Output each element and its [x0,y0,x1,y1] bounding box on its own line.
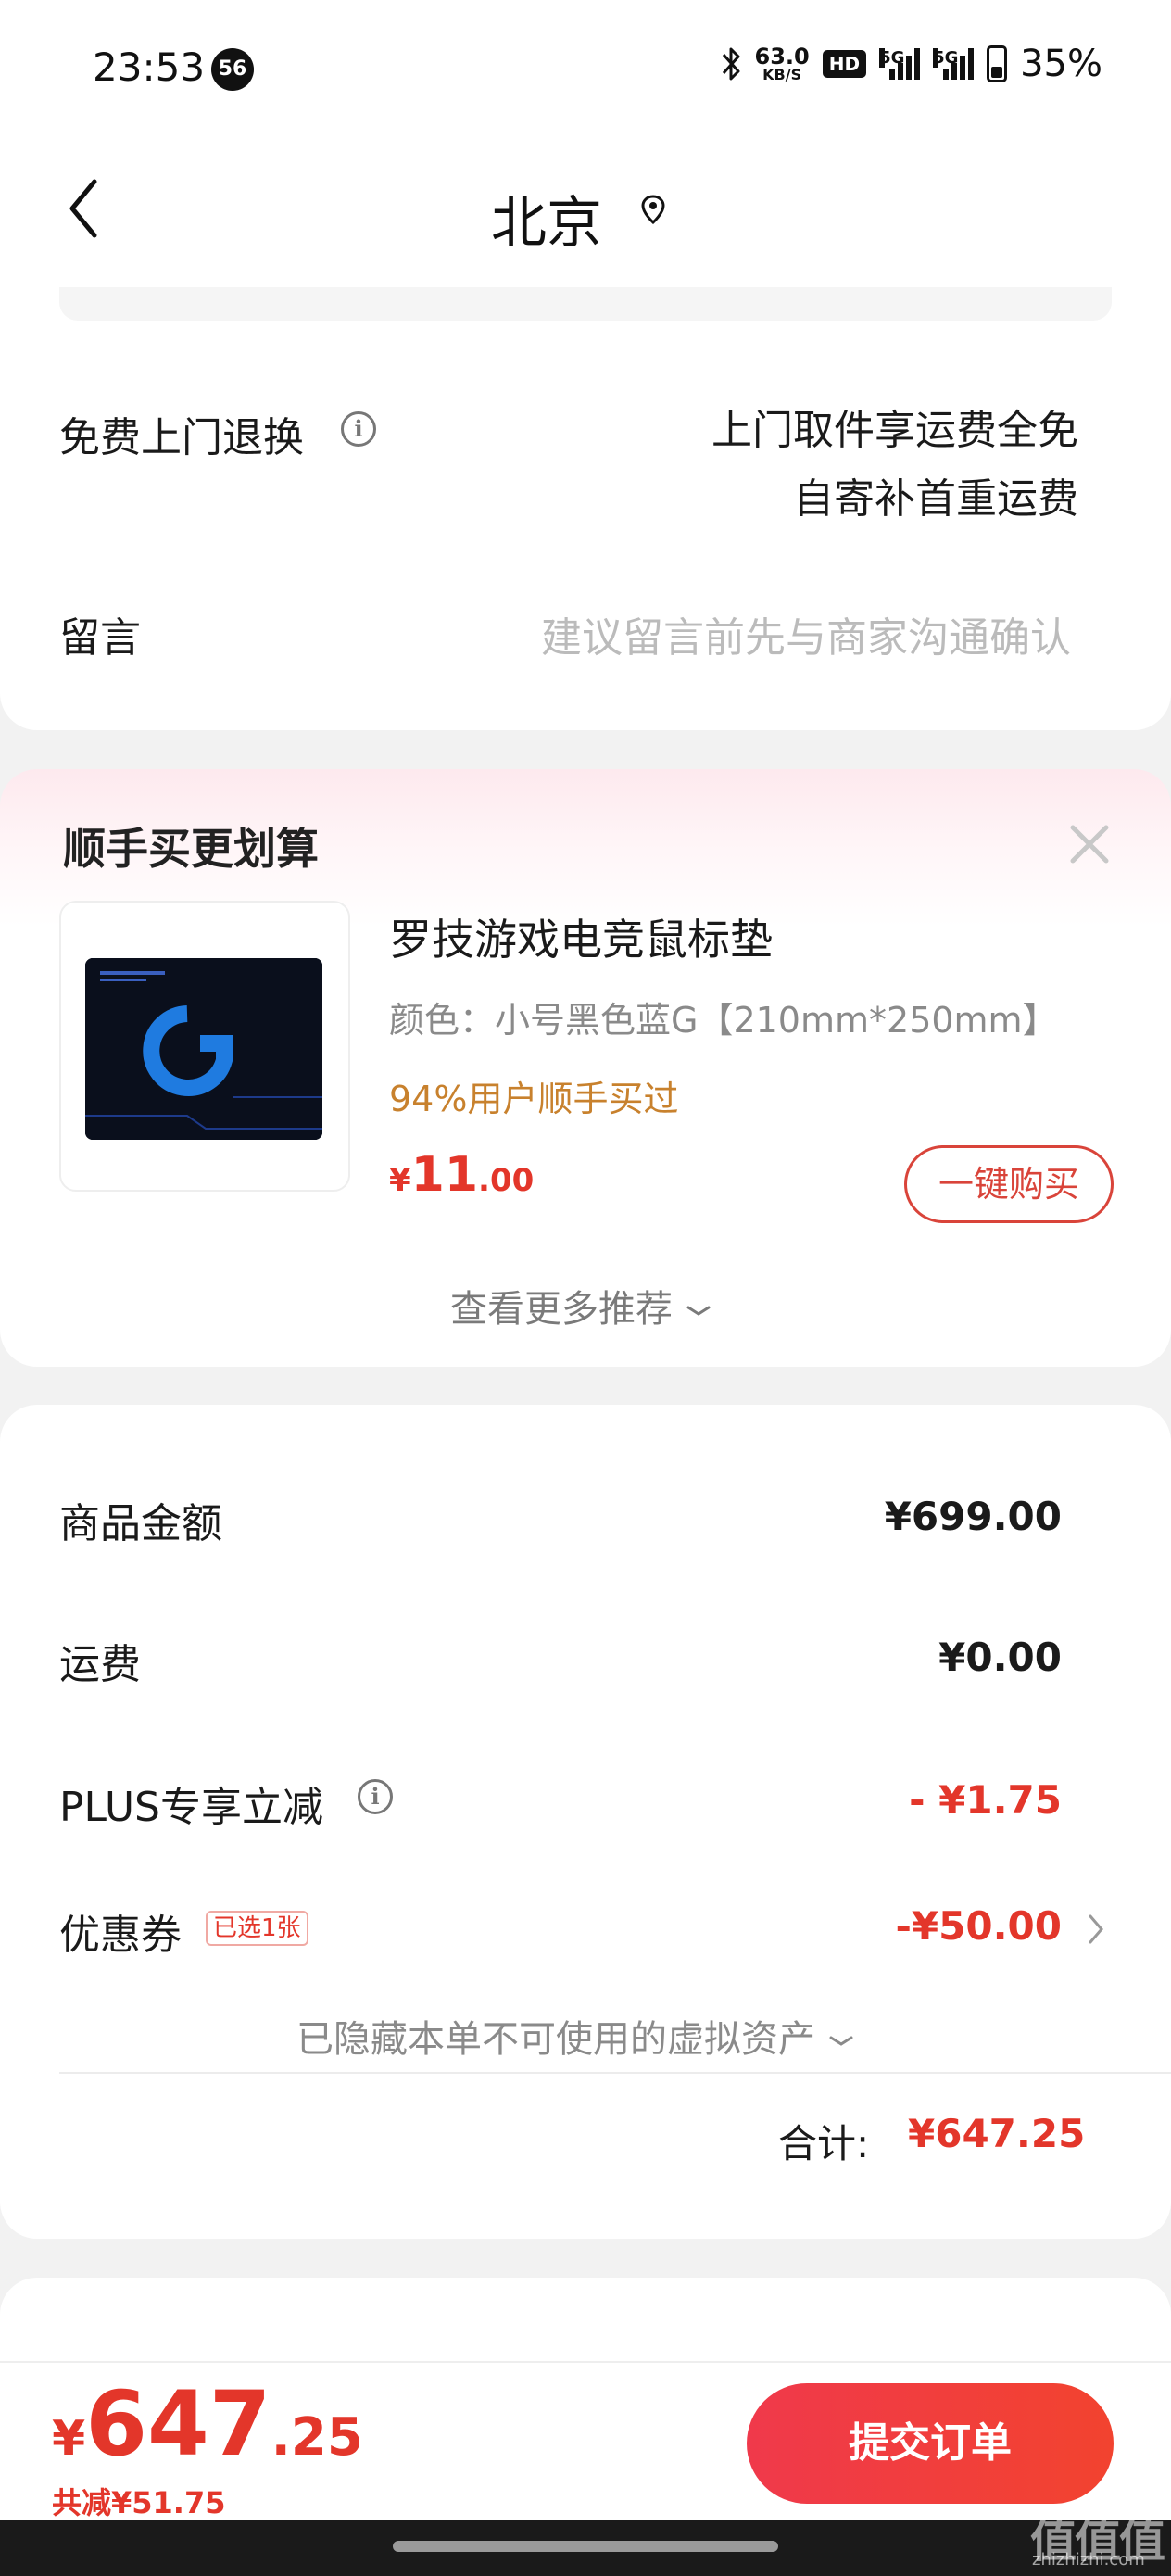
pay-dec: .25 [271,2407,363,2468]
total-label: 合计: [778,2121,870,2166]
one-click-buy-button[interactable]: 一键购买 [904,1145,1114,1223]
more-recommend-label: 查看更多推荐 [450,1288,673,1331]
page-title: 北京 [491,191,602,256]
price-symbol: ¥ [389,1162,411,1199]
price-dec: .00 [478,1162,535,1199]
product-name[interactable]: 罗技游戏电竞鼠标垫 [389,906,773,967]
recommend-title: 顺手买更划算 [63,824,319,874]
plus-discount-label: PLUS专享立减 [59,1784,323,1831]
return-policy: 上门取件享运费全免 自寄补首重运费 [711,397,1078,534]
bluetooth-icon [722,47,740,81]
info-icon[interactable]: i [341,411,376,447]
signal-icon: 5G [879,48,921,80]
return-line-1: 上门取件享运费全免 [711,407,1078,454]
goods-amount-value: ¥699.00 [884,1494,1062,1539]
price-int: 11 [410,1147,479,1203]
hd-icon: HD [822,50,867,78]
chevron-down-icon [829,2036,853,2046]
mousepad-graphic [85,958,322,1140]
more-recommend-link[interactable]: 查看更多推荐 [450,1279,712,1332]
chevron-down-icon [686,1306,711,1316]
shipping-fee-value: ¥0.00 [938,1635,1062,1680]
shipping-fee-label: 运费 [59,1641,141,1688]
pay-int: 647 [85,2372,271,2476]
return-label: 免费上门退换 [59,414,304,461]
coupon-value[interactable]: -¥50.00 [895,1903,1062,1949]
chevron-right-icon[interactable] [1086,1911,1106,1948]
home-indicator[interactable] [393,2541,778,2552]
status-time: 23:53 [93,44,206,90]
product-price: ¥11.00 [389,1147,534,1203]
notification-badge: 56 [211,48,254,91]
total-value: ¥647.25 [908,2111,1086,2156]
location-pin-icon[interactable] [637,194,669,225]
return-line-2: 自寄补首重运费 [793,475,1078,523]
coupon-label: 优惠券 [59,1912,182,1959]
signal-label-2: 5G [933,48,959,68]
watermark-site: zhizhizhi.com [1032,2550,1145,2570]
back-arrow-icon [69,179,97,238]
mousepad-image [85,958,322,1140]
net-speed-value: 63.0 [754,44,810,69]
net-speed-unit: KB/S [762,66,802,83]
social-proof: 94%用户顺手买过 [389,1079,679,1119]
info-icon[interactable]: i [358,1779,393,1814]
pay-symbol: ¥ [52,2411,86,2467]
signal-icon-2: 5G [933,48,975,80]
message-input[interactable]: 建议留言前先与商家沟通确认 [541,604,1071,663]
total-saved: 共减¥51.75 [52,2485,226,2520]
battery-level: 35% [1020,43,1102,85]
product-spec: 颜色：小号黑色蓝G【210mm*250mm】 [389,1000,1058,1041]
battery-icon [987,45,1008,82]
status-indicators: 63.0 KB/S HD 5G 5G 35% [720,43,1102,85]
submit-order-button[interactable]: 提交订单 [747,2383,1114,2504]
signal-label: 5G [879,48,905,68]
hidden-assets-label: 已隐藏本单不可使用的虚拟资产 [296,2018,815,2061]
pay-amount: ¥647.25 [52,2372,363,2476]
plus-discount-value: - ¥1.75 [909,1777,1062,1823]
close-icon[interactable] [1064,818,1115,870]
goods-amount-label: 商品金额 [59,1500,222,1547]
message-label: 留言 [59,614,141,662]
coupon-tag: 已选1张 [206,1911,308,1946]
card-strip [59,287,1112,321]
hidden-assets-toggle[interactable]: 已隐藏本单不可使用的虚拟资产 [296,2009,855,2063]
back-button[interactable] [56,171,111,246]
divider [59,2072,1171,2074]
net-speed: 63.0 KB/S [755,45,810,82]
